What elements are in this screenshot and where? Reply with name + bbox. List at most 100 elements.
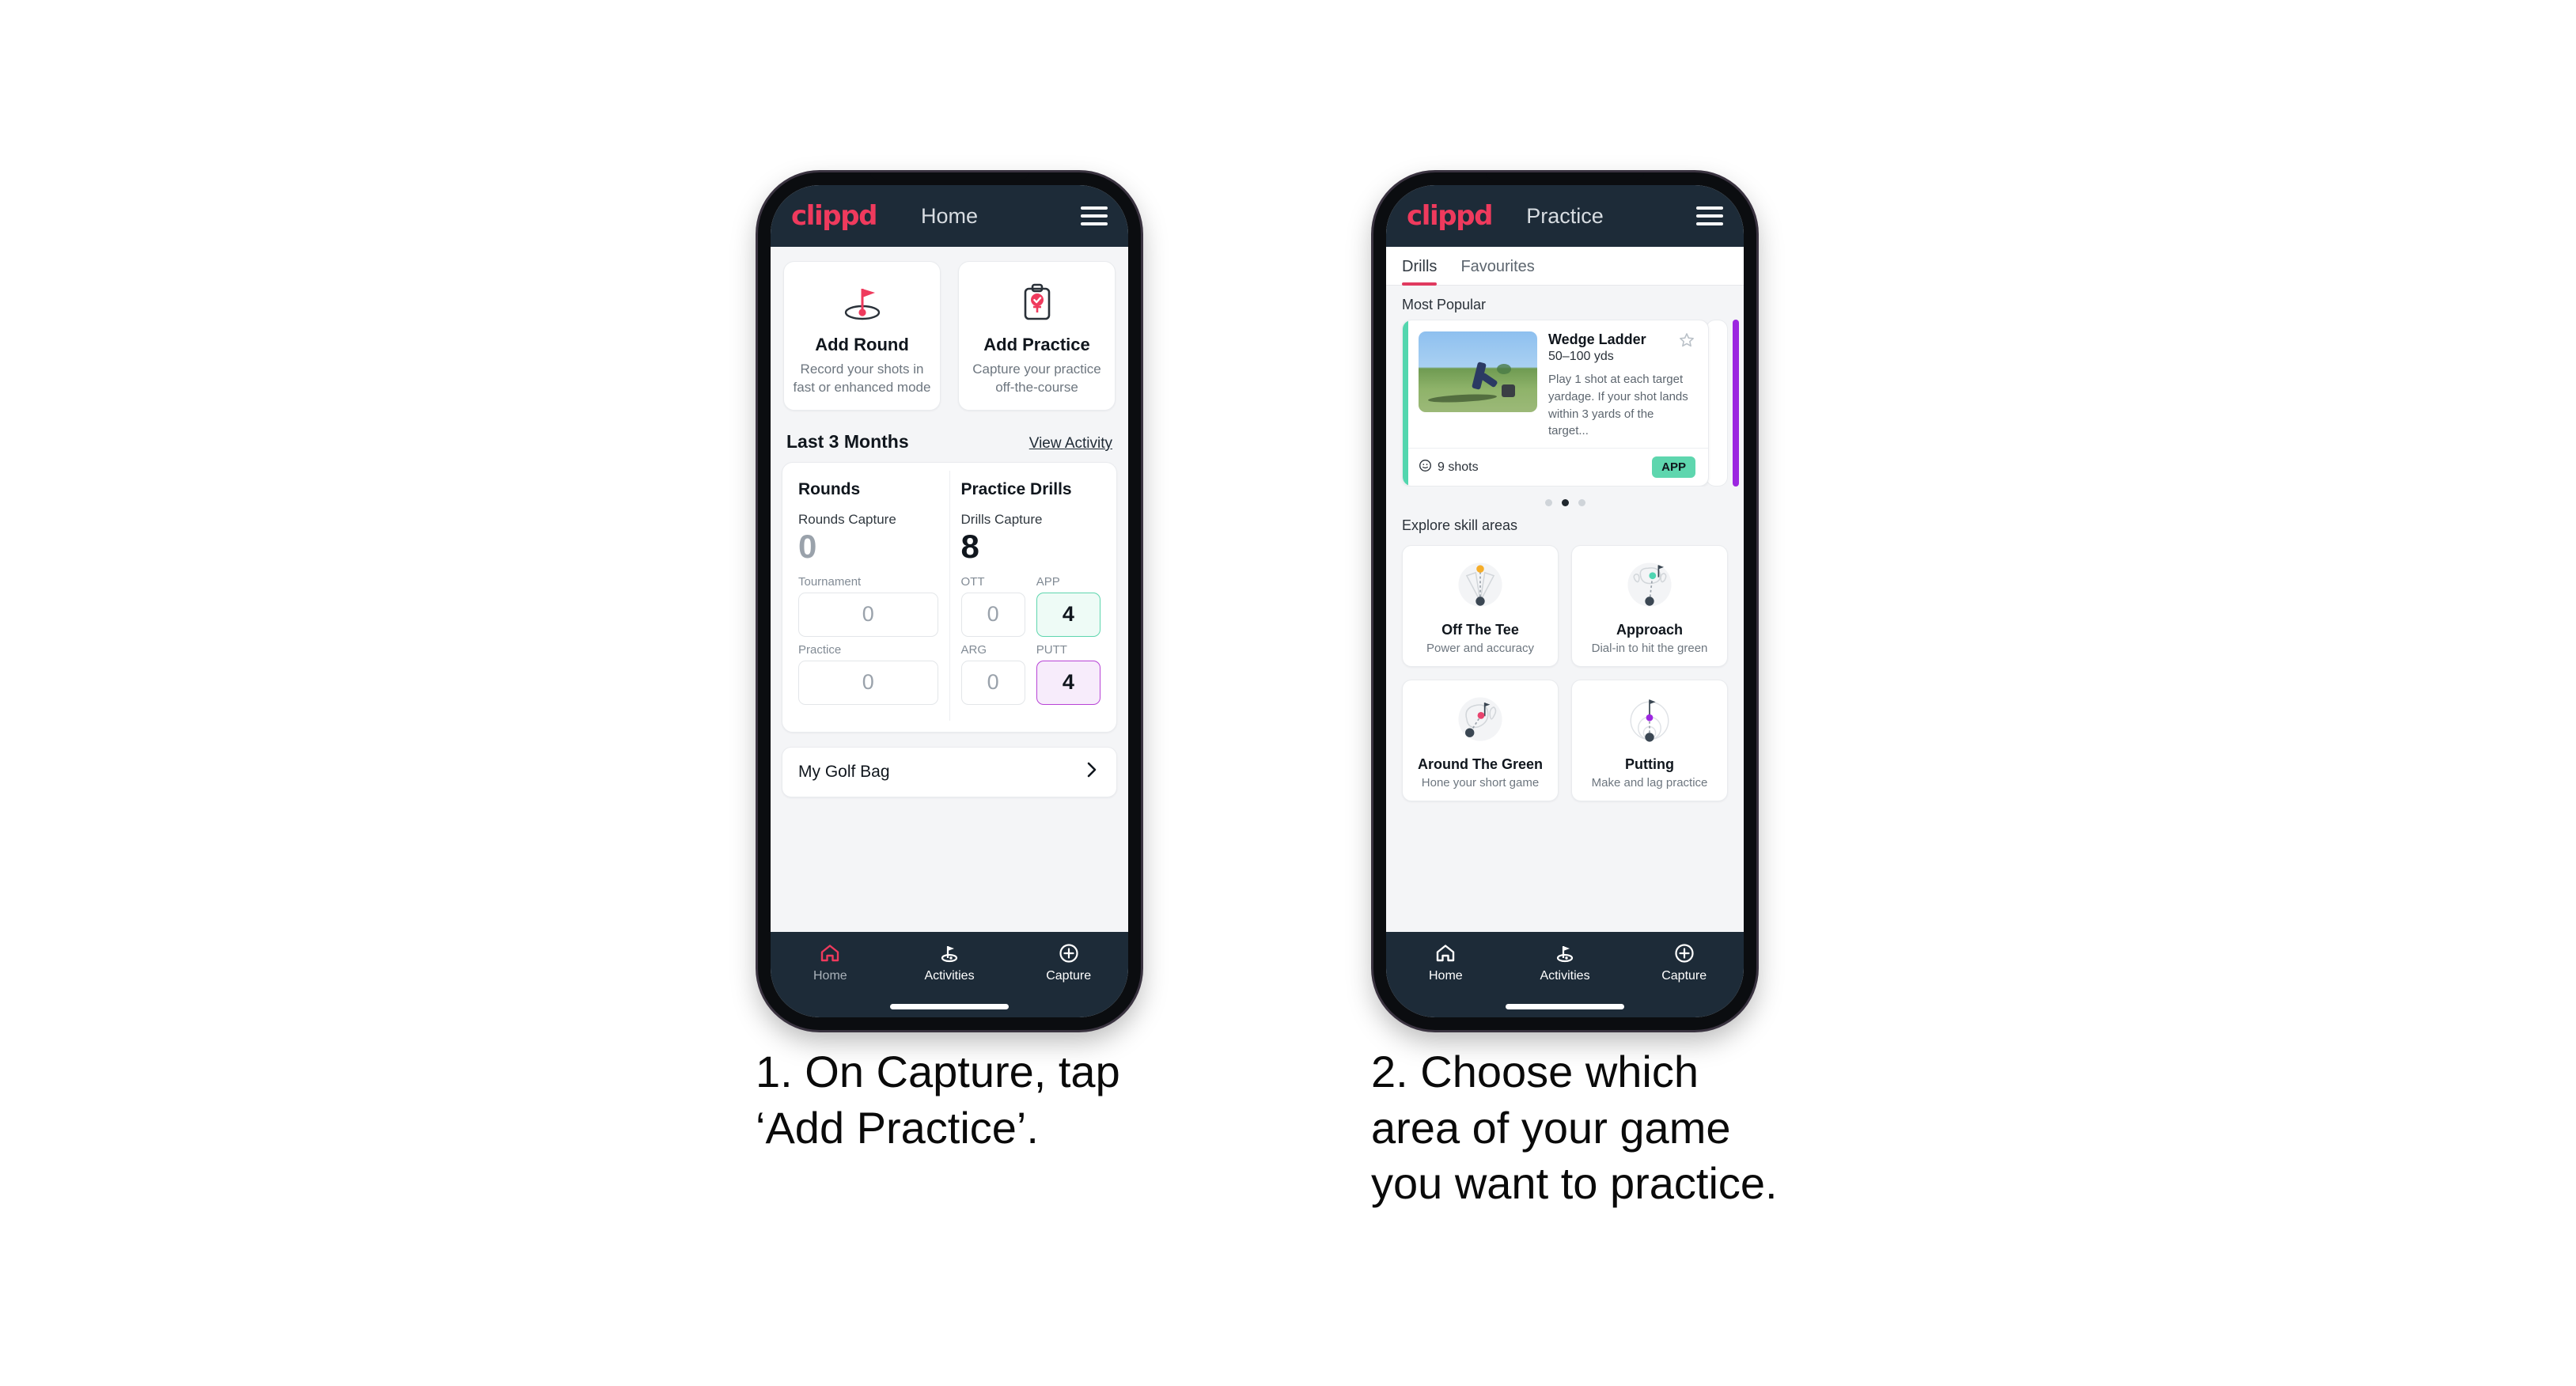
rounds-column: Rounds Rounds Capture 0 Tournament 0 Pra…: [787, 471, 949, 721]
skill-subtitle: Dial-in to hit the green: [1591, 642, 1708, 655]
drill-yardage: 50–100 yds: [1548, 350, 1614, 363]
metric-value[interactable]: 4: [1036, 660, 1100, 705]
metric-label: ARG: [960, 642, 987, 657]
metric-app: APP 4: [1036, 575, 1100, 637]
drill-carousel[interactable]: Wedge Ladder 50–100 yds Play 1 shot at e…: [1386, 320, 1744, 487]
skill-title: Putting: [1625, 756, 1674, 772]
metric-putt: PUTT 4: [1036, 643, 1100, 705]
carousel-dots[interactable]: [1386, 487, 1744, 513]
drill-thumbnail-image: [1419, 331, 1537, 412]
phone-mockup-practice: clippd Practice Drills Favourites Most P…: [1373, 172, 1756, 1030]
my-golf-bag-label: My Golf Bag: [798, 762, 890, 781]
off-the-tee-icon: [1409, 555, 1551, 617]
golf-flag-hole-icon: [792, 276, 932, 328]
drill-shots: 9 shots: [1419, 459, 1479, 476]
drill-shots-label: 9 shots: [1438, 460, 1479, 474]
hamburger-menu-icon[interactable]: [1081, 206, 1108, 225]
metric-value[interactable]: 0: [960, 660, 1025, 705]
home-screen-body: Add Round Record your shots in fast or e…: [771, 247, 1128, 932]
bottom-nav-practice: Home Activities Capture: [1386, 932, 1744, 1017]
nav-item-activities[interactable]: Activities: [890, 941, 1010, 983]
plus-circle-icon: [1673, 941, 1695, 965]
nav-label: Capture: [1661, 969, 1707, 983]
next-drill-card-peek[interactable]: [1706, 320, 1728, 487]
add-practice-card[interactable]: Add Practice Capture your practice off-t…: [958, 261, 1116, 411]
practice-tabs: Drills Favourites: [1386, 247, 1744, 286]
add-practice-title: Add Practice: [983, 335, 1090, 354]
chevron-right-icon: [1083, 761, 1100, 782]
golf-flag-icon: [938, 941, 960, 965]
nav-item-capture[interactable]: Capture: [1009, 941, 1128, 983]
around-the-green-icon: [1409, 690, 1551, 752]
drill-card-wedge-ladder[interactable]: Wedge Ladder 50–100 yds Play 1 shot at e…: [1402, 320, 1709, 487]
metric-label: APP: [1036, 574, 1060, 589]
drill-title: Wedge Ladder: [1548, 331, 1646, 347]
skill-card-approach[interactable]: Approach Dial-in to hit the green: [1571, 545, 1728, 667]
carousel-dot[interactable]: [1578, 499, 1585, 506]
skill-card-off-the-tee[interactable]: Off The Tee Power and accuracy: [1402, 545, 1559, 667]
add-practice-subtitle: Capture your practice off-the-course: [972, 362, 1101, 395]
carousel-dot-active[interactable]: [1561, 499, 1569, 506]
app-header-practice: clippd Practice: [1386, 185, 1744, 247]
app-header-home: clippd Home: [771, 185, 1128, 247]
my-golf-bag-row[interactable]: My Golf Bag: [782, 746, 1117, 797]
metric-value[interactable]: 0: [798, 660, 938, 705]
star-outline-icon[interactable]: [1678, 331, 1695, 353]
tab-favourites[interactable]: Favourites: [1460, 258, 1534, 285]
phone-mockup-home: clippd Home Add Round Record your shots …: [758, 172, 1141, 1030]
section-title: Last 3 Months: [786, 430, 909, 452]
skill-title: Approach: [1616, 622, 1683, 638]
practice-drills-column: Practice Drills Drills Capture 8 OTT 0 A…: [949, 470, 1112, 721]
phone-notch: [1486, 172, 1644, 180]
add-round-card[interactable]: Add Round Record your shots in fast or e…: [783, 261, 941, 411]
add-round-title: Add Round: [815, 335, 909, 354]
metric-value[interactable]: 0: [960, 592, 1025, 637]
nav-label: Capture: [1046, 969, 1092, 983]
clippd-logo[interactable]: clippd: [791, 203, 877, 229]
bottom-nav-home: Home Activities Capture: [771, 932, 1128, 1017]
skill-card-putting[interactable]: Putting Make and lag practice: [1571, 680, 1728, 801]
home-indicator-bar: [890, 1004, 1009, 1009]
skill-subtitle: Hone your short game: [1421, 776, 1540, 790]
metric-label: PUTT: [1036, 642, 1067, 657]
skill-subtitle: Make and lag practice: [1591, 776, 1708, 790]
skill-areas-grid: Off The Tee Power and accuracy Approach …: [1386, 540, 1744, 801]
metric-practice: Practice 0: [798, 643, 938, 705]
carousel-dot[interactable]: [1544, 499, 1552, 506]
skill-title: Off The Tee: [1441, 622, 1519, 638]
nav-item-capture[interactable]: Capture: [1624, 941, 1744, 983]
skill-title: Around The Green: [1417, 756, 1543, 772]
quick-action-row: Add Round Record your shots in fast or e…: [771, 247, 1128, 411]
nav-item-activities[interactable]: Activities: [1506, 941, 1625, 983]
metric-value[interactable]: 4: [1036, 592, 1100, 637]
drills-metrics-row-1: OTT 0 APP 4: [960, 575, 1100, 643]
drill-accent-bar: [1403, 320, 1408, 486]
nav-item-home[interactable]: Home: [771, 941, 890, 983]
golf-flag-icon: [1554, 941, 1576, 965]
nav-label: Home: [813, 969, 847, 983]
metric-tournament: Tournament 0: [798, 575, 938, 637]
metric-value[interactable]: 0: [798, 592, 938, 637]
drills-heading: Practice Drills: [960, 479, 1072, 498]
tab-drills[interactable]: Drills: [1402, 258, 1438, 286]
skill-card-around-the-green[interactable]: Around The Green Hone your short game: [1402, 680, 1559, 801]
caption-step-2: 2. Choose which area of your game you wa…: [1371, 1047, 1778, 1209]
putting-icon: [1578, 690, 1721, 752]
add-round-subtitle: Record your shots in fast or enhanced mo…: [793, 362, 931, 395]
clipboard-check-icon: [967, 276, 1107, 328]
explore-skill-areas-label: Explore skill areas: [1402, 517, 1518, 533]
nav-item-home[interactable]: Home: [1386, 941, 1506, 983]
drills-capture-value: 8: [960, 527, 979, 565]
metric-label: Tournament: [798, 574, 862, 589]
rounds-capture-value: 0: [798, 527, 817, 565]
hamburger-menu-icon[interactable]: [1696, 206, 1723, 225]
nav-label: Activities: [924, 969, 975, 983]
practice-screen-body: Drills Favourites Most Popular Wedge Lad…: [1386, 247, 1744, 932]
clippd-logo[interactable]: clippd: [1407, 203, 1493, 229]
most-popular-label: Most Popular: [1402, 297, 1487, 312]
metric-arg: ARG 0: [960, 642, 1025, 705]
nav-label: Activities: [1540, 969, 1590, 983]
section-header-last-3-months: Last 3 Months View Activity: [771, 411, 1128, 462]
view-activity-link[interactable]: View Activity: [1029, 435, 1112, 453]
rounds-capture-label: Rounds Capture: [798, 511, 896, 527]
